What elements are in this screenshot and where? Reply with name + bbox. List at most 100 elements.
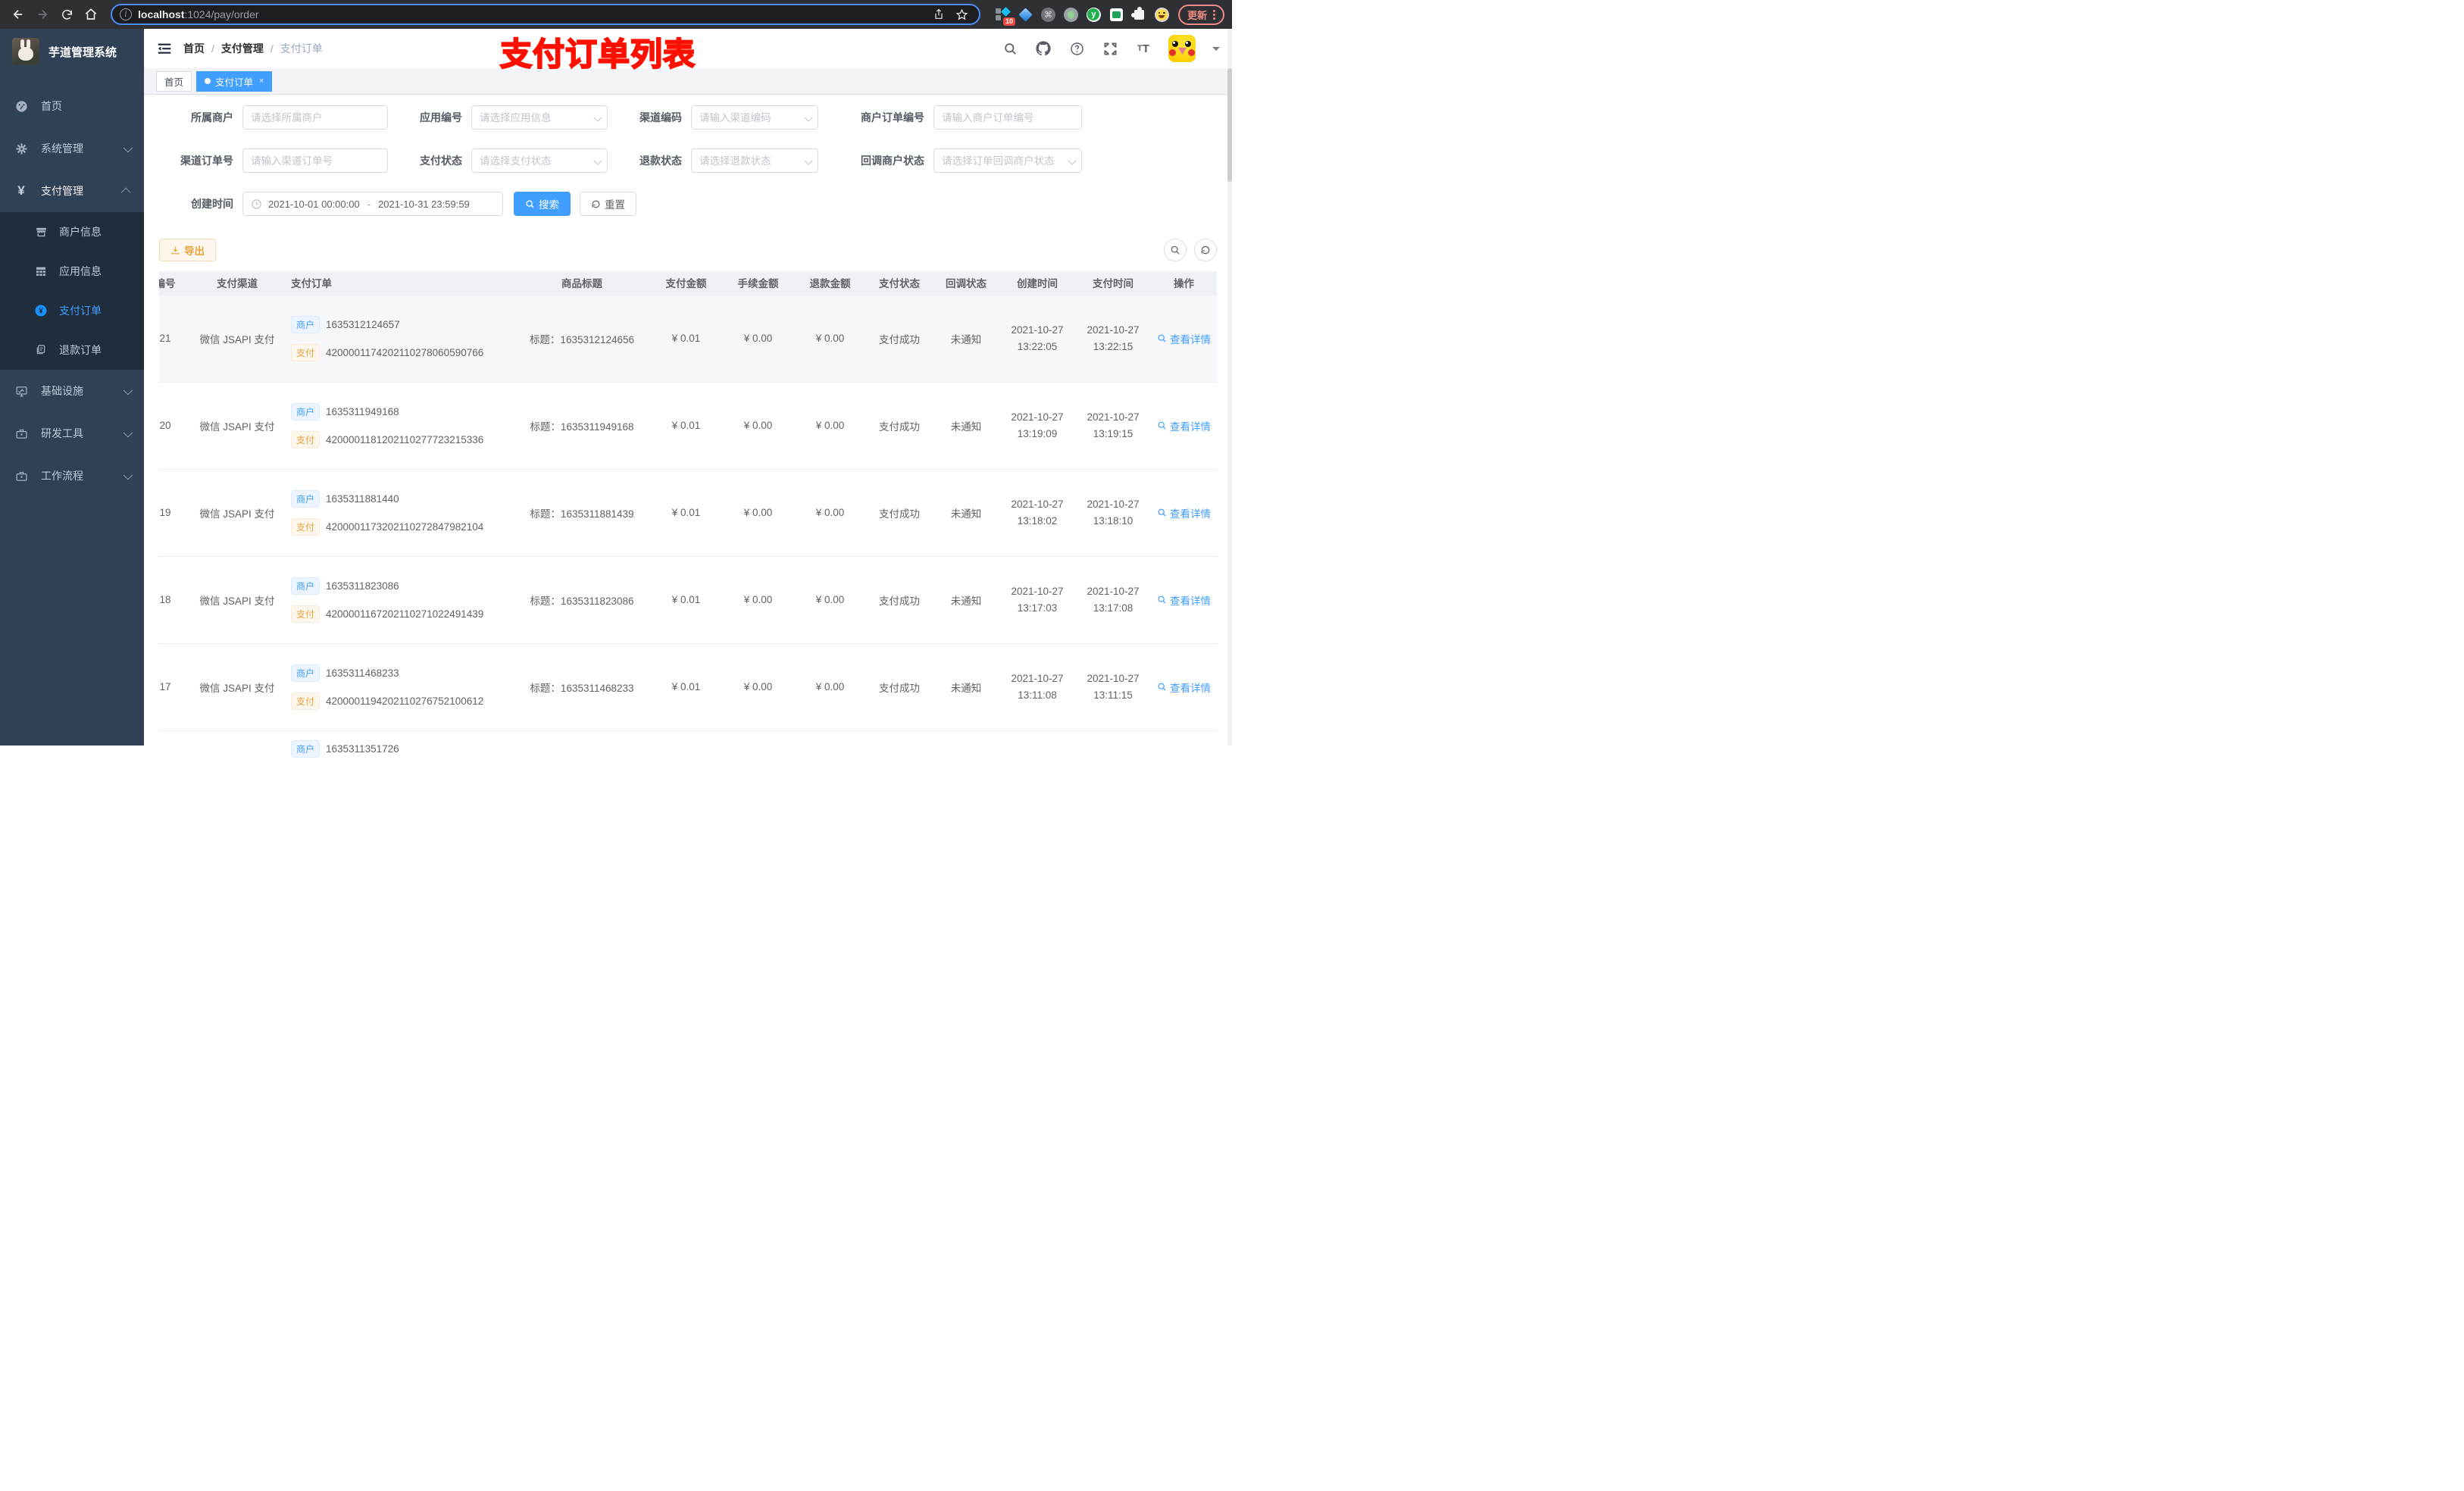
channel-code-input[interactable] xyxy=(691,105,818,130)
refund-status-label: 退款状态 xyxy=(639,155,682,167)
channel-order-no-field[interactable] xyxy=(242,148,388,173)
page-scrollbar[interactable] xyxy=(1227,29,1232,746)
sidebar-item-pay-order[interactable]: ¥ 支付订单 xyxy=(0,291,144,330)
extension-command-icon[interactable]: ⌘ xyxy=(1040,7,1055,22)
profile-avatar-icon[interactable] xyxy=(1154,7,1169,22)
filter-row-3: 创建时间 2021-10-01 00:00:00 - 2021-10-31 23… xyxy=(159,192,1217,216)
browser-forward-button[interactable] xyxy=(32,4,53,25)
sidebar-item-workflow[interactable]: 工作流程 xyxy=(0,455,144,497)
channel-code-select[interactable] xyxy=(691,105,818,130)
help-icon[interactable] xyxy=(1068,40,1085,57)
site-info-icon[interactable]: i xyxy=(120,8,132,20)
create-time-label: 创建时间 xyxy=(191,198,233,210)
view-detail-link[interactable]: 查看详情 xyxy=(1157,331,1211,346)
pay-status-select[interactable] xyxy=(471,148,608,173)
sidebar-item-merchant-info[interactable]: 商户信息 xyxy=(0,212,144,252)
sidebar-item-app-info[interactable]: 应用信息 xyxy=(0,252,144,291)
breadcrumb: 首页 / 支付管理 / 支付订单 xyxy=(183,41,323,56)
extensions-puzzle-icon[interactable] xyxy=(1130,6,1146,22)
col-channel: 支付渠道 xyxy=(188,271,286,295)
range-end[interactable]: 2021-10-31 23:59:59 xyxy=(378,198,470,210)
extension-gem-icon[interactable] xyxy=(1018,7,1033,22)
tab-home[interactable]: 首页 xyxy=(156,70,192,92)
merchant-order-no-input[interactable] xyxy=(933,105,1082,130)
range-start[interactable]: 2021-10-01 00:00:00 xyxy=(268,198,360,210)
documents-icon xyxy=(33,342,48,358)
refresh-button[interactable] xyxy=(1194,239,1217,261)
browser-back-button[interactable] xyxy=(8,4,29,25)
breadcrumb-current: 支付订单 xyxy=(280,42,323,55)
extension-record-icon[interactable] xyxy=(1063,7,1078,22)
refund-status-select[interactable] xyxy=(691,148,818,173)
table-row[interactable]: 18 微信 JSAPI 支付 商户 1635311823086 支付 4200001… xyxy=(159,556,1217,644)
scrollbar-thumb[interactable] xyxy=(1227,68,1232,182)
notify-status-select[interactable] xyxy=(933,148,1082,173)
browser-menu-icon[interactable] xyxy=(1213,9,1215,20)
chevron-down-icon xyxy=(123,385,133,395)
yen-circle-icon: ¥ xyxy=(33,303,48,318)
sidebar-item-pay[interactable]: ¥ 支付管理 xyxy=(0,170,144,212)
tab-close-icon[interactable]: × xyxy=(259,77,264,86)
sidebar-item-system[interactable]: 系统管理 xyxy=(0,127,144,170)
table-row[interactable]: 19 微信 JSAPI 支付 商户 1635311881440 支付 4200001… xyxy=(159,469,1217,557)
extension-chat-icon[interactable] xyxy=(1109,8,1124,22)
breadcrumb-home[interactable]: 首页 xyxy=(183,41,205,56)
extension-grid-icon[interactable]: 10 xyxy=(995,6,1015,26)
browser-update-button[interactable]: 更新 xyxy=(1177,4,1224,25)
breadcrumb-pay[interactable]: 支付管理 xyxy=(221,41,264,56)
channel-order-no-label: 渠道订单号 xyxy=(180,155,233,167)
create-time-range-picker[interactable]: 2021-10-01 00:00:00 - 2021-10-31 23:59:5… xyxy=(242,192,503,216)
merchant-tag: 商户 xyxy=(291,664,321,682)
table-row-partial[interactable]: 商户 1635311351726 xyxy=(159,730,1217,817)
pay-tag: 支付 xyxy=(291,605,321,623)
extension-y-icon[interactable]: y xyxy=(1086,7,1101,22)
fullscreen-icon[interactable] xyxy=(1102,40,1118,57)
chevron-up-icon xyxy=(120,187,131,197)
view-detail-link[interactable]: 查看详情 xyxy=(1157,418,1211,433)
app-select[interactable] xyxy=(471,105,608,130)
browser-home-button[interactable] xyxy=(80,4,102,25)
table-row[interactable]: 20 微信 JSAPI 支付 商户 1635311949168 支付 4200001… xyxy=(159,382,1217,470)
sidebar-item-infra[interactable]: 基础设施 xyxy=(0,370,144,412)
user-menu-caret-icon[interactable] xyxy=(1212,46,1220,55)
share-icon[interactable] xyxy=(933,8,945,20)
merchant-input[interactable] xyxy=(242,105,388,130)
toggle-search-button[interactable] xyxy=(1164,239,1187,261)
search-icon[interactable] xyxy=(1002,40,1018,57)
refund-status-input[interactable] xyxy=(691,148,818,173)
grid-icon xyxy=(33,264,48,279)
merchant-tag: 商户 xyxy=(291,739,321,758)
sidebar-item-refund-order[interactable]: 退款订单 xyxy=(0,330,144,370)
chevron-down-icon xyxy=(123,427,133,437)
search-button[interactable]: 搜索 xyxy=(514,192,571,216)
sidebar-toggle-icon[interactable] xyxy=(156,40,173,57)
sidebar-item-home[interactable]: 首页 xyxy=(0,85,144,127)
address-bar[interactable]: i localhost:1024/pay/order xyxy=(111,4,980,25)
merchant-order-no-field[interactable] xyxy=(933,105,1082,130)
view-detail-link[interactable]: 查看详情 xyxy=(1157,505,1211,520)
url-text[interactable]: localhost:1024/pay/order xyxy=(138,8,927,20)
view-detail-link[interactable]: 查看详情 xyxy=(1157,592,1211,608)
table-row[interactable]: 17 微信 JSAPI 支付 商户 1635311468233 支付 4200001… xyxy=(159,643,1217,731)
notify-status-input[interactable] xyxy=(933,148,1082,173)
sidebar-item-devtool[interactable]: 研发工具 xyxy=(0,412,144,455)
bookmark-star-icon[interactable] xyxy=(955,8,968,21)
filter-row-1: 所属商户 应用编号 渠道编码 商户订单编号 xyxy=(159,105,1217,130)
github-icon[interactable] xyxy=(1035,40,1052,57)
app-logo[interactable]: 芋道管理系统 xyxy=(0,29,144,74)
channel-order-no-input[interactable] xyxy=(242,148,388,173)
gear-icon xyxy=(14,141,29,156)
font-size-icon[interactable]: TT xyxy=(1135,40,1152,57)
user-avatar[interactable] xyxy=(1168,35,1196,62)
reset-button[interactable]: 重置 xyxy=(580,192,636,216)
app-input[interactable] xyxy=(471,105,608,130)
pay-status-input[interactable] xyxy=(471,148,608,173)
view-detail-link[interactable]: 查看详情 xyxy=(1157,680,1211,695)
export-button[interactable]: 导出 xyxy=(159,239,216,261)
table-row[interactable]: 21 微信 JSAPI 支付 商户 1635312124657 支付 4200001… xyxy=(159,295,1217,383)
annotation-title: 支付订单列表 xyxy=(499,36,696,73)
tab-pay-order[interactable]: 支付订单 × xyxy=(196,70,273,92)
extension-badge: 10 xyxy=(1002,17,1015,26)
browser-reload-button[interactable] xyxy=(56,4,77,25)
merchant-select[interactable] xyxy=(242,105,388,130)
